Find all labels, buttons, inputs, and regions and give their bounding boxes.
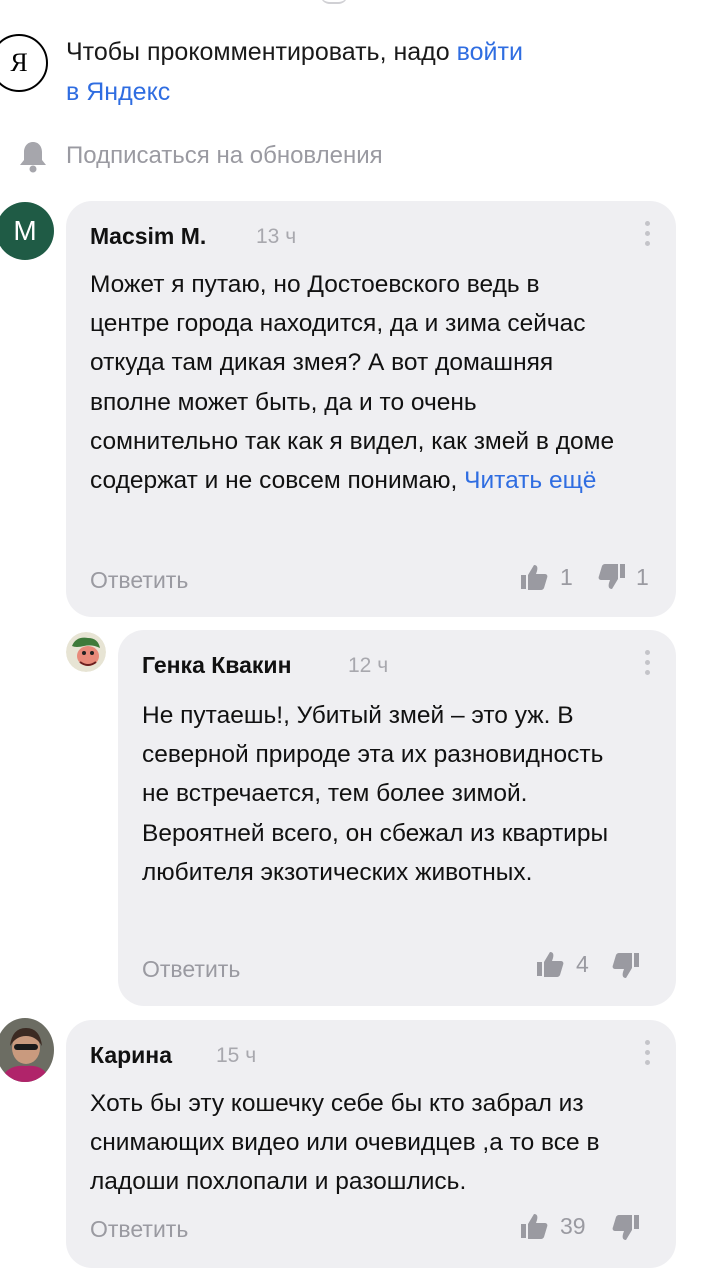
comment-card: Генка Квакин 12 ч Не путаешь!, Убитый зм… [118, 630, 676, 1006]
comment-body: Может я путаю, но Достоевского ведь в це… [90, 271, 615, 495]
like-button[interactable]: 39 [520, 1212, 586, 1240]
yandex-logo: Я [0, 34, 48, 92]
dislike-button[interactable] [612, 1214, 640, 1242]
reply-button[interactable]: Ответить [142, 956, 240, 983]
subscribe-button[interactable]: Подписаться на обновления [18, 138, 383, 174]
avatar-letter: M [13, 215, 37, 246]
avatar[interactable] [0, 1018, 54, 1082]
comment-text: Может я путаю, но Достоевского ведь в це… [90, 265, 625, 500]
thumbs-down-icon [612, 1215, 639, 1240]
read-more-link[interactable]: Читать ещё [464, 467, 596, 494]
like-button[interactable]: 4 [536, 950, 589, 978]
subscribe-label: Подписаться на обновления [66, 142, 383, 169]
dislike-count: 1 [636, 563, 649, 590]
login-prompt: Я Чтобы прокомментировать, надо войти в … [0, 30, 707, 110]
comment-card: Карина 15 ч Хоть бы эту кошечку себе бы … [66, 1020, 676, 1268]
comment-card: Macsim M. 13 ч Может я путаю, но Достоев… [66, 201, 676, 617]
comment-time: 12 ч [348, 654, 389, 677]
login-link-yandex[interactable]: в Яндекс [66, 78, 170, 106]
reply-button[interactable]: Ответить [90, 567, 188, 594]
comment-time: 13 ч [256, 225, 297, 248]
thumbs-down-icon [612, 953, 639, 978]
login-link[interactable]: войти [457, 38, 523, 66]
dislike-button[interactable]: 1 [598, 563, 649, 591]
comment-time: 15 ч [216, 1044, 257, 1067]
comment-author[interactable]: Карина [90, 1042, 172, 1069]
comment-author[interactable]: Генка Квакин [142, 652, 291, 679]
thumbs-up-icon [537, 952, 564, 977]
login-prefix: Чтобы прокомментировать, надо [66, 38, 457, 66]
comment-body: Хоть бы эту кошечку себе бы кто забрал и… [90, 1090, 600, 1196]
avatar-image [0, 1018, 54, 1082]
thumbs-down-icon [598, 564, 625, 589]
comment-body: Не путаешь!, Убитый змей – это уж. В сев… [142, 702, 609, 886]
like-button[interactable]: 1 [520, 563, 573, 591]
like-count: 1 [560, 563, 573, 590]
comment-text: Не путаешь!, Убитый змей – это уж. В сев… [142, 696, 632, 892]
like-count: 39 [560, 1212, 586, 1239]
more-menu-icon[interactable] [644, 221, 652, 251]
scroll-handle [320, 0, 348, 4]
bell-icon [20, 142, 46, 173]
comment-author[interactable]: Macsim M. [90, 223, 206, 250]
more-menu-icon[interactable] [644, 650, 652, 680]
more-menu-icon[interactable] [644, 1040, 652, 1070]
comment-text: Хоть бы эту кошечку себе бы кто забрал и… [90, 1084, 660, 1202]
thumbs-up-icon [521, 1214, 548, 1239]
avatar-image [66, 632, 106, 672]
like-count: 4 [576, 950, 589, 977]
dislike-button[interactable] [612, 952, 640, 980]
reply-button[interactable]: Ответить [90, 1216, 188, 1243]
thumbs-up-icon [521, 565, 548, 590]
login-text: Чтобы прокомментировать, надо войти в Ян… [66, 32, 666, 112]
avatar[interactable]: M [0, 202, 54, 260]
avatar[interactable] [66, 632, 106, 672]
